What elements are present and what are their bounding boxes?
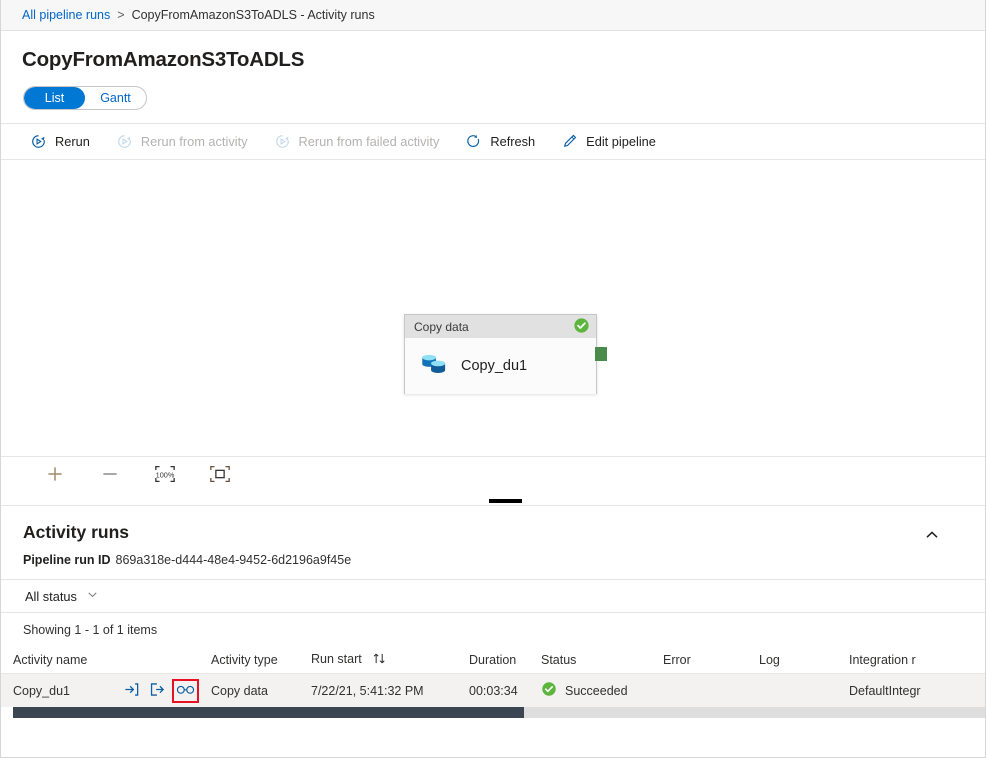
column-header-activity-name[interactable]: Activity name	[13, 653, 123, 667]
column-header-log[interactable]: Log	[759, 653, 849, 667]
breadcrumb-link-all-pipeline-runs[interactable]: All pipeline runs	[22, 8, 110, 22]
cell-run-start: 7/22/21, 5:41:32 PM	[311, 683, 424, 698]
zoom-to-fit-icon	[209, 464, 231, 489]
zoom-to-100-percent-icon: 100%	[154, 464, 176, 489]
tab-gantt[interactable]: Gantt	[85, 87, 146, 109]
column-header-run-start[interactable]: Run start	[311, 652, 469, 668]
pipeline-run-id: Pipeline run ID 869a318e-d444-48e4-9452-6…	[23, 553, 985, 567]
copy-data-icon	[419, 350, 450, 382]
input-icon[interactable]	[123, 681, 140, 701]
chevron-up-icon	[924, 527, 940, 548]
column-header-status[interactable]: Status	[541, 653, 663, 667]
activity-runs-header: Activity runs Pipeline run ID 869a318e-d4…	[1, 506, 985, 567]
cell-integration-runtime: DefaultIntegr	[849, 683, 921, 698]
zoom-in-icon	[45, 464, 65, 489]
rerun-icon	[30, 133, 47, 150]
success-check-icon	[573, 317, 590, 337]
canvas-zoom-toolbar: 100%	[1, 456, 985, 496]
status-success-icon	[541, 681, 557, 700]
page-title: CopyFromAmazonS3ToADLS	[22, 48, 305, 71]
rerun-label: Rerun	[55, 134, 90, 149]
cell-duration: 00:03:34	[469, 683, 518, 698]
zoom-to-fit-button[interactable]	[206, 463, 234, 491]
command-bar: Rerun Rerun from activity Rerun from fai…	[1, 123, 985, 160]
zoom-to-100-percent-button[interactable]: 100%	[151, 463, 179, 491]
cell-activity-name: Copy_du1	[13, 683, 70, 698]
details-glasses-icon-highlight	[172, 678, 199, 703]
rerun-from-activity-label: Rerun from activity	[140, 134, 248, 149]
status-filter-row: All status	[1, 579, 985, 613]
rerun-from-activity-button[interactable]: Rerun from activity	[116, 124, 248, 159]
cell-activity-type: Copy data	[211, 683, 268, 698]
edit-pipeline-label: Edit pipeline	[586, 134, 656, 149]
cell-status: Succeeded	[541, 681, 663, 700]
status-filter-label: All status	[25, 588, 77, 604]
zoom-out-button[interactable]	[96, 463, 124, 491]
column-header-error[interactable]: Error	[663, 653, 759, 667]
activity-node-name: Copy_du1	[461, 358, 528, 374]
svg-text:100%: 100%	[156, 470, 175, 479]
breadcrumb-separator: >	[117, 8, 125, 22]
horizontal-scrollbar-thumb[interactable]	[13, 707, 524, 718]
status-badge: Succeeded	[565, 683, 628, 698]
splitter-grip[interactable]	[489, 499, 522, 503]
pipeline-run-id-value: 869a318e-d444-48e4-9452-6d2196a9f45e	[115, 553, 352, 567]
activity-node-copy-data[interactable]: Copy data Copy_du1	[404, 314, 597, 394]
sort-updown-icon[interactable]	[372, 653, 387, 668]
tab-list[interactable]: List	[24, 87, 85, 109]
panel-splitter[interactable]	[1, 496, 985, 506]
activity-runs-title: Activity runs	[23, 522, 129, 542]
activity-runs-page: All pipeline runs > CopyFromAmazonS3ToAD…	[0, 0, 986, 758]
breadcrumb: All pipeline runs > CopyFromAmazonS3ToAD…	[1, 0, 985, 31]
pipeline-run-id-label: Pipeline run ID	[23, 553, 111, 567]
cell-row-actions	[123, 678, 211, 703]
edit-pipeline-button[interactable]: Edit pipeline	[561, 124, 656, 159]
breadcrumb-current: CopyFromAmazonS3ToADLS - Activity runs	[131, 8, 375, 22]
horizontal-scrollbar[interactable]	[13, 707, 985, 718]
collapse-panel-button[interactable]	[919, 524, 945, 550]
view-toggle: List Gantt	[23, 86, 147, 110]
table-row[interactable]: Copy_du1 Copy data 7/22/21, 5:41:32 PM 0…	[1, 674, 985, 707]
table-header-row: Activity name Activity type Run start Du…	[1, 646, 985, 674]
activity-runs-table: Activity name Activity type Run start Du…	[1, 646, 985, 718]
chevron-down-icon	[86, 588, 99, 604]
edit-pipeline-icon	[561, 133, 578, 150]
column-header-integration-runtime[interactable]: Integration r	[849, 653, 986, 667]
column-header-activity-type[interactable]: Activity type	[211, 653, 311, 667]
activity-node-output-port[interactable]	[595, 347, 607, 361]
activity-node-type-label: Copy data	[414, 319, 469, 334]
rerun-button[interactable]: Rerun	[30, 124, 90, 159]
output-icon[interactable]	[149, 681, 166, 701]
refresh-button[interactable]: Refresh	[465, 124, 535, 159]
column-header-run-start-label: Run start	[311, 651, 362, 666]
activity-node-body: Copy_du1	[405, 338, 596, 394]
rerun-from-activity-icon	[116, 133, 133, 150]
refresh-label: Refresh	[490, 134, 536, 149]
zoom-in-button[interactable]	[41, 463, 69, 491]
status-filter-dropdown[interactable]: All status	[25, 588, 99, 604]
rerun-from-failed-activity-label: Rerun from failed activity	[298, 134, 440, 149]
refresh-icon	[465, 133, 482, 150]
column-header-duration[interactable]: Duration	[469, 653, 541, 667]
details-glasses-icon[interactable]	[176, 682, 195, 700]
zoom-out-icon	[100, 464, 120, 489]
activity-node-header: Copy data	[405, 315, 596, 338]
pipeline-canvas[interactable]: Copy data Copy_du1	[1, 160, 985, 456]
rerun-from-failed-activity-icon	[274, 133, 291, 150]
rerun-from-failed-activity-button[interactable]: Rerun from failed activity	[274, 124, 440, 159]
showing-count: Showing 1 - 1 of 1 items	[23, 623, 158, 637]
